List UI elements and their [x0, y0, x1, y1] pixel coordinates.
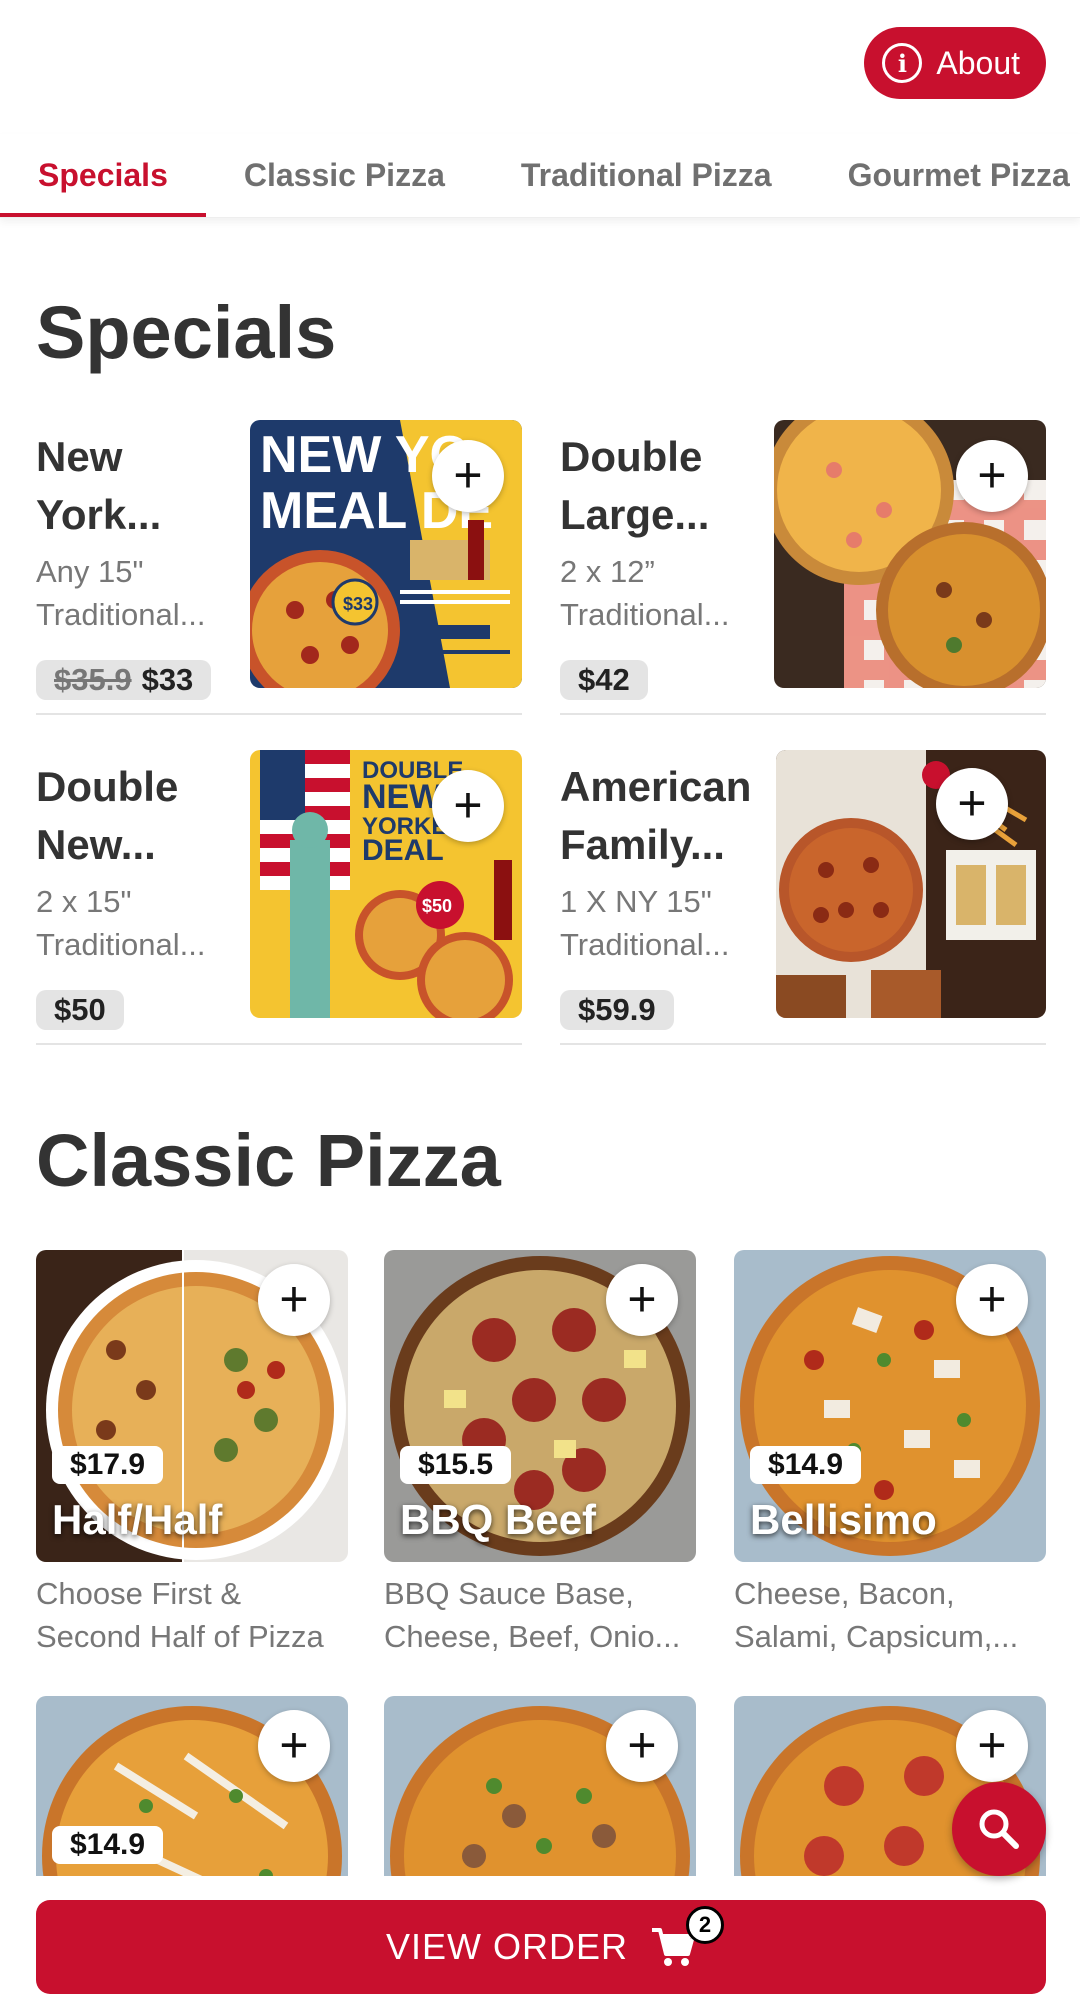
item-name: Half/Half	[52, 1496, 223, 1543]
item-price: $17.9	[52, 1446, 164, 1484]
app-header: i About	[0, 0, 1080, 128]
special-card-double-large[interactable]: Double Large... 2 x 12” Traditional... $…	[560, 420, 1046, 715]
special-name: American Family...	[560, 763, 752, 868]
item-name: Bellisimo	[750, 1496, 937, 1543]
tab-traditional-pizza[interactable]: Traditional Pizza	[483, 134, 810, 217]
special-desc: 2 x 12” Traditional...	[560, 554, 730, 632]
special-price: $59.9	[560, 990, 674, 1030]
promo-price-tag: $50	[422, 896, 452, 916]
current-price: $42	[578, 662, 630, 697]
add-button[interactable]: +	[606, 1264, 678, 1336]
add-button[interactable]: +	[956, 440, 1028, 512]
current-price: $33	[141, 662, 194, 697]
cart-icon: 2	[650, 1906, 724, 1970]
search-button[interactable]	[952, 1782, 1046, 1876]
special-desc: 1 X NY 15" Traditional...	[560, 884, 730, 962]
about-button[interactable]: i About	[864, 27, 1046, 99]
item-desc: BBQ Sauce Base, Cheese, Beef, Onio...	[384, 1576, 681, 1654]
add-button[interactable]: +	[606, 1710, 678, 1782]
pizza-image: $17.9 Half/Half +	[36, 1250, 348, 1562]
special-name: New York...	[36, 433, 162, 538]
special-desc: 2 x 15" Traditional...	[36, 884, 206, 962]
special-price: $50	[36, 990, 124, 1030]
add-button[interactable]: +	[936, 768, 1008, 840]
promo-price-tag: $33	[343, 594, 373, 614]
add-button[interactable]: +	[432, 440, 504, 512]
special-card-new-york[interactable]: New York... Any 15" Traditional... $35.9…	[36, 420, 522, 715]
add-button[interactable]: +	[956, 1264, 1028, 1336]
item-price: $14.9	[52, 1826, 164, 1864]
special-card-american-family[interactable]: American Family... 1 X NY 15" Traditiona…	[560, 750, 1046, 1045]
special-desc: Any 15" Traditional...	[36, 554, 206, 632]
item-price: $15.5	[400, 1446, 512, 1484]
about-label: About	[936, 44, 1020, 81]
tab-specials[interactable]: Specials	[0, 134, 206, 217]
add-button[interactable]: +	[258, 1710, 330, 1782]
special-price: $35.9 $33	[36, 660, 212, 700]
tab-gourmet-pizza[interactable]: Gourmet Pizza	[810, 134, 1080, 217]
pizza-image: $14.9 Bellisimo +	[734, 1250, 1046, 1562]
item-price: $14.9	[750, 1446, 862, 1484]
item-desc: Cheese, Bacon, Salami, Capsicum,...	[734, 1576, 1019, 1654]
svg-text:NEW: NEW	[362, 778, 442, 816]
view-order-label: VIEW ORDER	[385, 1926, 628, 1967]
special-name: Double Large...	[560, 433, 710, 538]
svg-text:DEAL: DEAL	[362, 834, 444, 867]
section-title-specials: Specials	[36, 291, 337, 374]
add-button[interactable]: +	[432, 770, 504, 842]
pizza-image: $15.5 BBQ Beef +	[384, 1250, 696, 1562]
current-price: $50	[54, 992, 106, 1027]
special-price: $42	[560, 660, 648, 700]
special-card-double-new-york[interactable]: Double New... 2 x 15" Traditional... $50…	[36, 750, 522, 1045]
menu-item-bellisimo[interactable]: $14.9 Bellisimo + Cheese, Bacon, Salami,…	[734, 1250, 1046, 1658]
view-order-button[interactable]: VIEW ORDER 2	[36, 1900, 1046, 1994]
special-name: Double New...	[36, 763, 179, 868]
info-icon: i	[882, 43, 923, 83]
menu-item-half-half[interactable]: $17.9 Half/Half + Choose First & Second …	[36, 1250, 348, 1658]
cart-count-badge: 2	[686, 1906, 724, 1944]
old-price: $35.9	[54, 662, 132, 697]
current-price: $59.9	[578, 992, 656, 1027]
section-title-classic-pizza: Classic Pizza	[36, 1119, 501, 1202]
add-button[interactable]: +	[956, 1710, 1028, 1782]
category-tabs: Specials Classic Pizza Traditional Pizza…	[0, 134, 1080, 218]
menu-item-bbq-beef[interactable]: $15.5 BBQ Beef + BBQ Sauce Base, Cheese,…	[384, 1250, 696, 1658]
item-name: BBQ Beef	[400, 1496, 597, 1543]
tab-classic-pizza[interactable]: Classic Pizza	[206, 134, 483, 217]
add-button[interactable]: +	[258, 1264, 330, 1336]
search-icon	[979, 1809, 1019, 1849]
item-desc: Choose First & Second Half of Pizza	[36, 1576, 324, 1654]
